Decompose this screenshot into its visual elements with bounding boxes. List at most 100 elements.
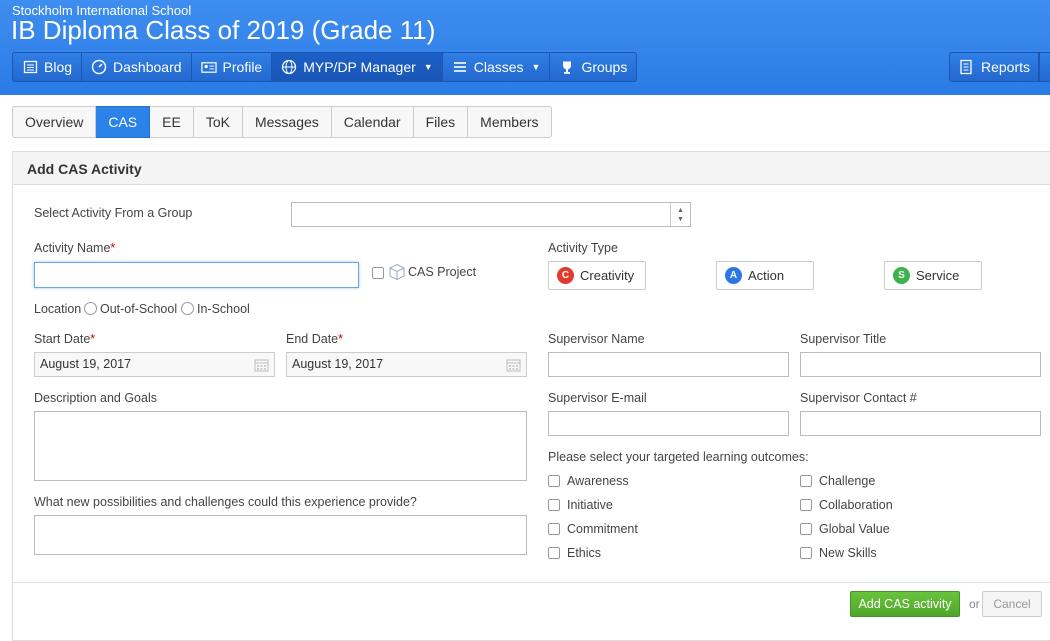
tab-overview[interactable]: Overview <box>12 106 97 138</box>
outcome-challenge-label: Challenge <box>819 474 876 488</box>
nav-dashboard[interactable]: Dashboard <box>82 52 192 82</box>
app-header: Stockholm International School IB Diplom… <box>0 0 1050 95</box>
tab-members[interactable]: Members <box>468 106 552 138</box>
supervisor-email-input[interactable] <box>548 411 789 436</box>
tab-ee[interactable]: EE <box>150 106 194 138</box>
activity-name-input[interactable] <box>34 262 359 288</box>
nav-profile[interactable]: Profile <box>191 52 273 82</box>
nav-groups-label: Groups <box>581 59 628 75</box>
service-label: Service <box>916 268 960 283</box>
possibilities-label: What new possibilities and challenges co… <box>34 495 417 509</box>
tab-tok[interactable]: ToK <box>193 106 243 138</box>
nav-profile-label: Profile <box>222 59 263 75</box>
location-in-school-label: In-School <box>197 302 250 316</box>
cancel-button[interactable]: Cancel <box>982 591 1042 617</box>
outcome-ethics-checkbox[interactable] <box>548 547 560 559</box>
blog-icon <box>22 59 38 75</box>
creativity-label: Creativity <box>580 268 635 283</box>
creativity-badge-icon: C <box>557 267 574 284</box>
outcomes-label: Please select your targeted learning out… <box>548 450 809 464</box>
reports-icon <box>959 59 973 75</box>
end-date-label: End Date* <box>286 332 343 346</box>
supervisor-contact-input[interactable] <box>800 411 1041 436</box>
globe-icon <box>281 59 297 75</box>
end-date-value: August 19, 2017 <box>292 357 384 371</box>
outcome-global-value-checkbox[interactable] <box>800 523 812 535</box>
outcome-ethics-label: Ethics <box>567 546 602 560</box>
select-group-dropdown[interactable]: ▲ ▼ <box>291 202 691 227</box>
nav-groups[interactable]: Groups <box>550 52 638 82</box>
nav-overflow-button[interactable] <box>1039 52 1050 82</box>
profile-icon <box>200 59 217 75</box>
activity-name-label: Activity Name* <box>34 241 116 255</box>
tab-calendar[interactable]: Calendar <box>331 106 414 138</box>
description-textarea[interactable] <box>34 411 527 481</box>
nav-myp-dp-manager-label: MYP/DP Manager <box>303 59 416 75</box>
outcome-commitment-label: Commitment <box>567 522 638 536</box>
chevron-down-icon: ▼ <box>531 62 541 72</box>
location-out-of-school-radio[interactable] <box>84 302 97 315</box>
tab-messages[interactable]: Messages <box>242 106 332 138</box>
supervisor-title-label: Supervisor Title <box>800 332 887 346</box>
activity-type-creativity[interactable]: C Creativity <box>548 261 646 290</box>
activity-type-action[interactable]: A Action <box>716 261 814 290</box>
start-date-input[interactable]: August 19, 2017 <box>34 352 275 377</box>
calendar-icon[interactable] <box>254 358 269 372</box>
classes-icon <box>452 59 468 75</box>
section-tabs: Overview CAS EE ToK Messages Calendar Fi… <box>12 106 552 138</box>
outcome-global-value-label: Global Value <box>819 522 890 536</box>
add-cas-activity-button[interactable]: Add CAS activity <box>850 591 960 617</box>
action-label: Action <box>748 268 785 283</box>
supervisor-email-label: Supervisor E-mail <box>548 391 647 405</box>
tab-files[interactable]: Files <box>413 106 469 138</box>
supervisor-contact-label: Supervisor Contact # <box>800 391 917 405</box>
or-text: or <box>969 597 980 611</box>
outcome-initiative-checkbox[interactable] <box>548 499 560 511</box>
reports-label: Reports <box>981 59 1031 75</box>
nav-classes-label: Classes <box>473 59 524 75</box>
outcome-commitment-checkbox[interactable] <box>548 523 560 535</box>
start-date-value: August 19, 2017 <box>40 357 132 371</box>
reports-button[interactable]: Reports <box>949 52 1039 82</box>
outcome-new-skills-label: New Skills <box>819 546 877 560</box>
calendar-icon[interactable] <box>506 358 521 372</box>
location-in-school-radio[interactable] <box>181 302 194 315</box>
nav-blog[interactable]: Blog <box>12 52 83 82</box>
description-label: Description and Goals <box>34 391 157 405</box>
activity-type-service[interactable]: S Service <box>884 261 982 290</box>
tab-cas[interactable]: CAS <box>96 106 151 138</box>
activity-type-label: Activity Type <box>548 241 618 255</box>
nav-blog-label: Blog <box>44 59 73 75</box>
supervisor-title-input[interactable] <box>800 352 1041 377</box>
cube-icon <box>388 263 406 284</box>
nav-classes[interactable]: Classes ▼ <box>442 52 551 82</box>
footer-divider <box>12 582 1050 583</box>
main-nav: Blog Dashboard Profile MYP/DP Manager ▼ <box>12 52 638 82</box>
nav-myp-dp-manager[interactable]: MYP/DP Manager ▼ <box>272 52 443 82</box>
outcome-awareness-label: Awareness <box>567 474 629 488</box>
start-date-label: Start Date* <box>34 332 96 346</box>
location-out-of-school-label: Out-of-School <box>100 302 178 316</box>
chevron-down-icon: ▼ <box>423 62 433 72</box>
location-label: Location <box>34 302 82 316</box>
panel-title: Add CAS Activity <box>27 161 142 177</box>
outcome-awareness-checkbox[interactable] <box>548 475 560 487</box>
action-badge-icon: A <box>725 267 742 284</box>
panel-header: Add CAS Activity <box>13 152 1050 185</box>
end-date-input[interactable]: August 19, 2017 <box>286 352 527 377</box>
outcome-challenge-checkbox[interactable] <box>800 475 812 487</box>
outcome-new-skills-checkbox[interactable] <box>800 547 812 559</box>
cas-project-label: CAS Project <box>408 265 477 279</box>
outcome-initiative-label: Initiative <box>567 498 613 512</box>
service-badge-icon: S <box>893 267 910 284</box>
cas-project-checkbox[interactable] <box>372 267 384 279</box>
possibilities-textarea[interactable] <box>34 515 527 555</box>
nav-dashboard-label: Dashboard <box>113 59 182 75</box>
select-arrows-icon: ▲ ▼ <box>670 203 690 226</box>
supervisor-name-input[interactable] <box>548 352 789 377</box>
outcome-collaboration-label: Collaboration <box>819 498 893 512</box>
trophy-icon <box>559 59 575 75</box>
outcome-collaboration-checkbox[interactable] <box>800 499 812 511</box>
dashboard-icon <box>91 59 107 75</box>
supervisor-name-label: Supervisor Name <box>548 332 645 346</box>
